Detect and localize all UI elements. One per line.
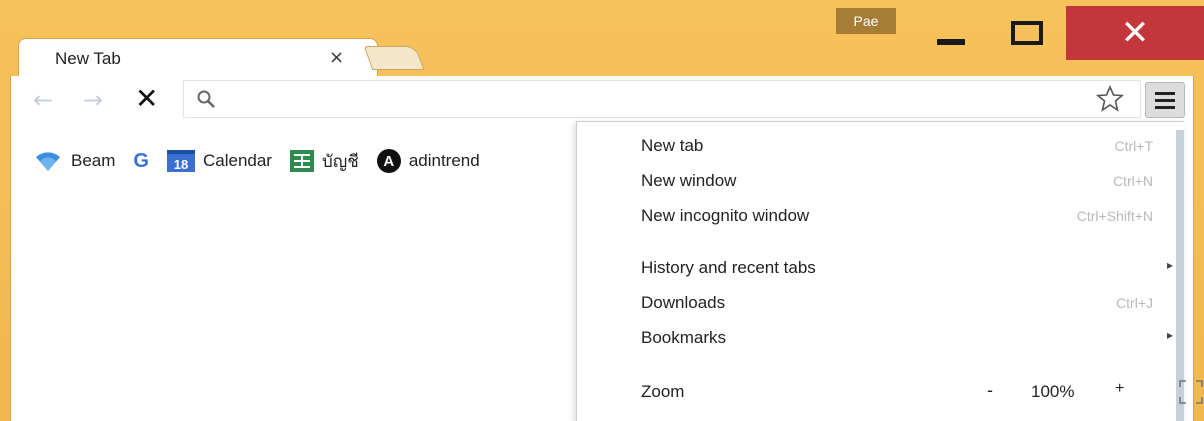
adintrend-icon: A (376, 149, 401, 173)
menu-item-zoom: Zoom - 100% + (641, 378, 1203, 408)
menu-item-downloads[interactable]: Downloads Ctrl+J (641, 289, 1153, 319)
back-icon[interactable]: ← (33, 86, 53, 114)
bookmark-beam[interactable]: Beam (33, 149, 115, 173)
stop-icon[interactable]: ✕ (135, 82, 158, 115)
menu-item-new-tab[interactable]: New tab Ctrl+T (641, 132, 1153, 162)
forward-icon[interactable]: → (83, 86, 103, 114)
zoom-value: 100% (1031, 382, 1075, 401)
close-window-button[interactable]: ✕ (1066, 6, 1204, 60)
menu-item-label: New tab (641, 136, 704, 155)
menu-item-shortcut: Ctrl+Shift+N (1076, 208, 1153, 224)
google-icon: G (133, 149, 149, 172)
bookmark-calendar[interactable]: 18 Calendar (166, 150, 272, 172)
hamburger-icon (1155, 91, 1175, 95)
profile-name: Pae (853, 13, 879, 29)
menu-item-label: Bookmarks (641, 328, 727, 347)
minimize-button[interactable] (922, 6, 980, 60)
maximize-icon (1011, 21, 1043, 45)
zoom-label: Zoom (641, 382, 685, 401)
menu-item-history[interactable]: History and recent tabs ▸ (641, 254, 1173, 284)
wifi-icon (36, 152, 60, 171)
search-icon (197, 90, 215, 108)
menu-item-new-window[interactable]: New window Ctrl+N (641, 167, 1153, 197)
menu-item-new-incognito-window[interactable]: New incognito window Ctrl+Shift+N (641, 202, 1153, 232)
toolbar: ← → ✕ (10, 76, 1194, 124)
profile-badge[interactable]: Pae (836, 8, 896, 34)
browser-window: Pae ✕ New Tab × ← → ✕ Beam G 18 Calendar… (0, 0, 1204, 421)
submenu-arrow-icon: ▸ (1166, 258, 1173, 272)
minimize-icon (937, 39, 965, 45)
calendar-icon: 18 (166, 150, 195, 172)
bookmark-google[interactable]: G (133, 150, 149, 173)
zoom-out-button[interactable]: - (987, 380, 993, 401)
zoom-in-button[interactable]: + (1115, 380, 1124, 398)
menu-item-shortcut: Ctrl+T (1114, 138, 1154, 154)
tab-new-tab[interactable]: New Tab × (18, 38, 378, 78)
tab-title: New Tab (55, 49, 121, 68)
tab-close-icon[interactable]: × (329, 47, 344, 68)
menu-item-label: History and recent tabs (641, 258, 816, 277)
bookmark-label: บัญชี (321, 151, 359, 171)
close-icon: ✕ (1120, 13, 1150, 53)
bookmark-adintrend[interactable]: A adintrend (376, 149, 480, 173)
menu-item-bookmarks[interactable]: Bookmarks ▸ (641, 324, 1173, 354)
chrome-menu-button[interactable] (1145, 82, 1185, 118)
bookmarks-bar: Beam G 18 Calendar บัญชี A adintrend (33, 146, 498, 176)
fullscreen-icon[interactable] (1177, 378, 1204, 406)
sheets-icon (289, 150, 314, 172)
menu-item-shortcut: Ctrl+J (1116, 295, 1153, 311)
menu-item-label: New window (641, 171, 737, 190)
bookmark-star-icon[interactable] (1095, 84, 1125, 114)
chrome-menu: New tab Ctrl+T New window Ctrl+N New inc… (576, 121, 1203, 421)
menu-item-label: New incognito window (641, 206, 810, 225)
menu-item-label: Downloads (641, 293, 726, 312)
new-tab-button[interactable] (363, 46, 425, 70)
bookmark-account[interactable]: บัญชี (289, 148, 359, 175)
maximize-button[interactable] (996, 6, 1058, 60)
address-bar[interactable] (183, 80, 1141, 118)
menu-item-shortcut: Ctrl+N (1112, 173, 1153, 189)
submenu-arrow-icon: ▸ (1166, 328, 1173, 342)
bookmark-label: Beam (71, 151, 116, 170)
bookmark-label: Calendar (202, 151, 272, 170)
bookmark-label: adintrend (408, 151, 480, 170)
